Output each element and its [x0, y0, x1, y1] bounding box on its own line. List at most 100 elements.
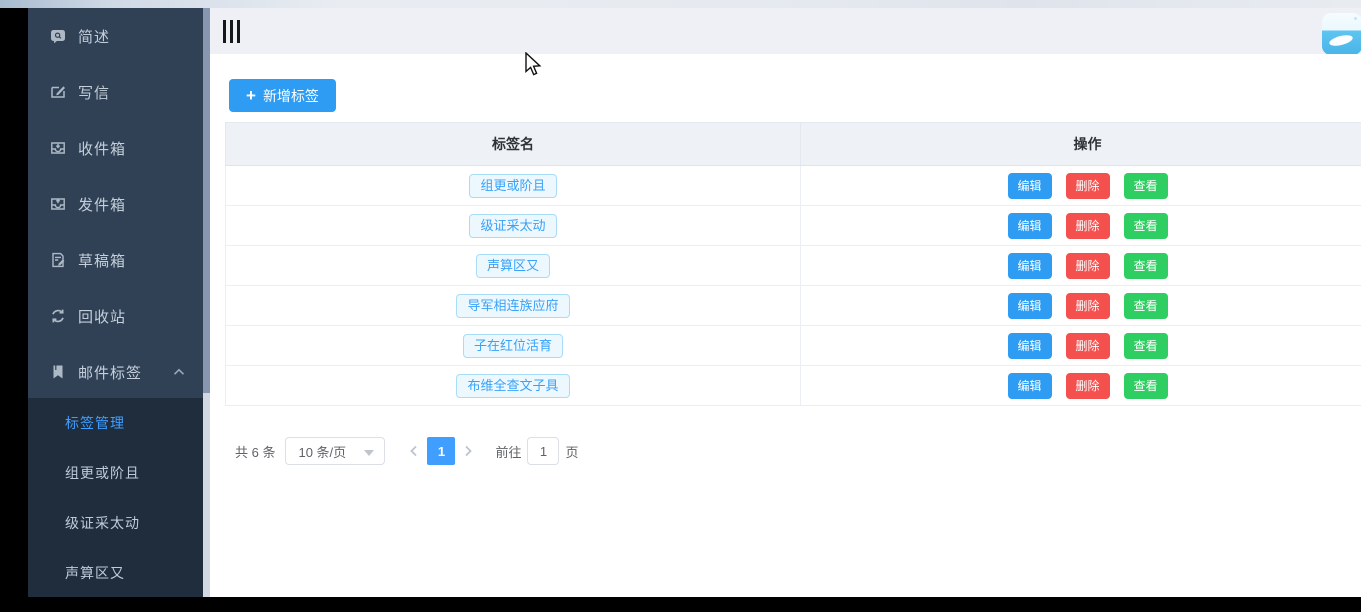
- tags-table: 标签名 操作 组更或阶且 编辑 删除 查看 级证采太动 编辑 删除 查看 声算区又 编辑 删除 查看 导军…: [225, 122, 1361, 406]
- delete-button[interactable]: 删除: [1065, 172, 1110, 199]
- window-top-strip: [0, 0, 1361, 8]
- sidebar: 简述写信收件箱发件箱草稿箱回收站邮件标签 标签管理 组更或阶且 级证采太动 声算区又: [28, 8, 203, 597]
- actions-cell: 编辑 删除 查看: [800, 285, 1361, 326]
- hamburger-icon[interactable]: [222, 19, 241, 44]
- avatar-graphic: [1328, 33, 1354, 48]
- tag-name-cell: 级证采太动: [225, 205, 801, 246]
- plus-icon: +: [246, 86, 256, 105]
- chat-bubble-icon: [50, 28, 66, 44]
- sidebar-submenu: 标签管理 组更或阶且 级证采太动 声算区又: [28, 398, 203, 597]
- tag-name-cell: 声算区又: [225, 245, 801, 286]
- table-row: 布维全查文子具 编辑 删除 查看: [225, 365, 1361, 406]
- avatar-dot: [1354, 17, 1357, 20]
- next-page-button[interactable]: [455, 437, 481, 465]
- inbox-icon: [50, 140, 66, 156]
- sidebar-item-trash[interactable]: 回收站: [28, 288, 203, 344]
- goto-page-input[interactable]: [527, 437, 560, 465]
- view-button[interactable]: 查看: [1123, 372, 1168, 399]
- edit-button[interactable]: 编辑: [1007, 212, 1052, 239]
- user-avatar[interactable]: [1322, 13, 1361, 55]
- edit-button[interactable]: 编辑: [1007, 292, 1052, 319]
- tag-badge: 组更或阶且: [469, 173, 557, 198]
- outbox-icon: [50, 196, 66, 212]
- actions-cell: 编辑 删除 查看: [800, 365, 1361, 406]
- bookmark-icon: [50, 364, 66, 380]
- page-size-value: 10 条/页: [298, 444, 347, 460]
- sidebar-item-label: 发件箱: [78, 196, 127, 214]
- table-row: 声算区又 编辑 删除 查看: [225, 245, 1361, 286]
- sidebar-item-compose[interactable]: 写信: [28, 64, 203, 120]
- actions-cell: 编辑 删除 查看: [800, 325, 1361, 366]
- pagination: 共 6 条 10 条/页 1 前往 页: [235, 437, 579, 465]
- left-black-border: [0, 8, 28, 597]
- content-area: + 新增标签 标签名 操作 组更或阶且 编辑 删除 查看 级证采太动 编辑 删除 查看 声算区又编…: [210, 54, 1361, 597]
- sidebar-item-label: 草稿箱: [78, 252, 127, 270]
- sidebar-item-outbox[interactable]: 发件箱: [28, 176, 203, 232]
- edit-button[interactable]: 编辑: [1007, 372, 1052, 399]
- add-tag-label: 新增标签: [262, 87, 319, 104]
- recycle-icon: [50, 308, 66, 324]
- sidebar-menu: 简述写信收件箱发件箱草稿箱回收站邮件标签: [28, 8, 203, 400]
- sidebar-item-mail-tags[interactable]: 邮件标签: [28, 344, 203, 400]
- tag-badge: 子在红位活育: [462, 333, 563, 358]
- table-row: 子在红位活育 编辑 删除 查看: [225, 325, 1361, 366]
- view-button[interactable]: 查看: [1123, 172, 1168, 199]
- edit-button[interactable]: 编辑: [1007, 332, 1052, 359]
- tag-name-cell: 组更或阶且: [225, 165, 801, 206]
- edit-button[interactable]: 编辑: [1007, 252, 1052, 279]
- page-number-button[interactable]: 1: [427, 437, 456, 465]
- sidebar-subitem-tag-1[interactable]: 组更或阶且: [28, 448, 203, 498]
- main-area: + 新增标签 标签名 操作 组更或阶且 编辑 删除 查看 级证采太动 编辑 删除 查看 声算区又编…: [210, 8, 1361, 597]
- sidebar-subitem-tag-3[interactable]: 声算区又: [28, 548, 203, 598]
- tag-name-cell: 子在红位活育: [225, 325, 801, 366]
- actions-cell: 编辑 删除 查看: [800, 245, 1361, 286]
- app-window: 简述 写信 收件箱 发件箱 草稿箱 回收站 邮件标签 标签管理 组更或阶且 级证采太动 声算区又 …: [0, 0, 1361, 612]
- delete-button[interactable]: 删除: [1065, 372, 1110, 399]
- tag-badge: 声算区又: [475, 253, 550, 278]
- page-unit-label: 页: [565, 444, 579, 460]
- caret-down-icon: [364, 450, 375, 456]
- arrow-right-icon: [462, 445, 474, 457]
- sidebar-item-label: 写信: [78, 84, 111, 102]
- column-header: 操作: [800, 122, 1361, 166]
- sidebar-subitem-tag-management[interactable]: 标签管理: [28, 398, 203, 448]
- tag-badge: 导军相连族应府: [456, 293, 570, 318]
- column-header: 标签名: [225, 122, 801, 166]
- compose-icon: [50, 84, 66, 100]
- tag-badge: 级证采太动: [469, 213, 557, 238]
- sidebar-item-label: 回收站: [78, 308, 127, 326]
- table-row: 级证采太动 编辑 删除 查看: [225, 205, 1361, 246]
- table-header-row: 标签名 操作: [225, 122, 1361, 166]
- page-size-select[interactable]: 10 条/页: [285, 437, 386, 465]
- delete-button[interactable]: 删除: [1065, 252, 1110, 279]
- sidebar-scrollbar[interactable]: [203, 8, 210, 597]
- view-button[interactable]: 查看: [1123, 292, 1168, 319]
- draft-icon: [50, 252, 66, 268]
- sidebar-item-drafts[interactable]: 草稿箱: [28, 232, 203, 288]
- top-navbar: [210, 8, 1361, 55]
- sidebar-item-overview[interactable]: 简述: [28, 8, 203, 64]
- table-row: 组更或阶且 编辑 删除 查看: [225, 165, 1361, 206]
- total-count-label: 共 6 条: [235, 444, 276, 460]
- delete-button[interactable]: 删除: [1065, 292, 1110, 319]
- delete-button[interactable]: 删除: [1065, 212, 1110, 239]
- table-row: 导军相连族应府 编辑 删除 查看: [225, 285, 1361, 326]
- tag-name-cell: 布维全查文子具: [225, 365, 801, 406]
- prev-page-button[interactable]: [401, 437, 427, 465]
- sidebar-item-label: 邮件标签: [78, 364, 143, 382]
- sidebar-subitem-tag-2[interactable]: 级证采太动: [28, 498, 203, 548]
- view-button[interactable]: 查看: [1123, 212, 1168, 239]
- sidebar-item-label: 收件箱: [78, 140, 127, 158]
- chevron-up-icon: [173, 368, 185, 376]
- delete-button[interactable]: 删除: [1065, 332, 1110, 359]
- sidebar-item-inbox[interactable]: 收件箱: [28, 120, 203, 176]
- actions-cell: 编辑 删除 查看: [800, 205, 1361, 246]
- scrollbar-thumb[interactable]: [203, 8, 210, 393]
- add-tag-button[interactable]: + 新增标签: [229, 79, 336, 112]
- view-button[interactable]: 查看: [1123, 332, 1168, 359]
- tag-name-cell: 导军相连族应府: [225, 285, 801, 326]
- view-button[interactable]: 查看: [1123, 252, 1168, 279]
- edit-button[interactable]: 编辑: [1007, 172, 1052, 199]
- sidebar-item-label: 简述: [78, 28, 111, 46]
- arrow-left-icon: [408, 445, 420, 457]
